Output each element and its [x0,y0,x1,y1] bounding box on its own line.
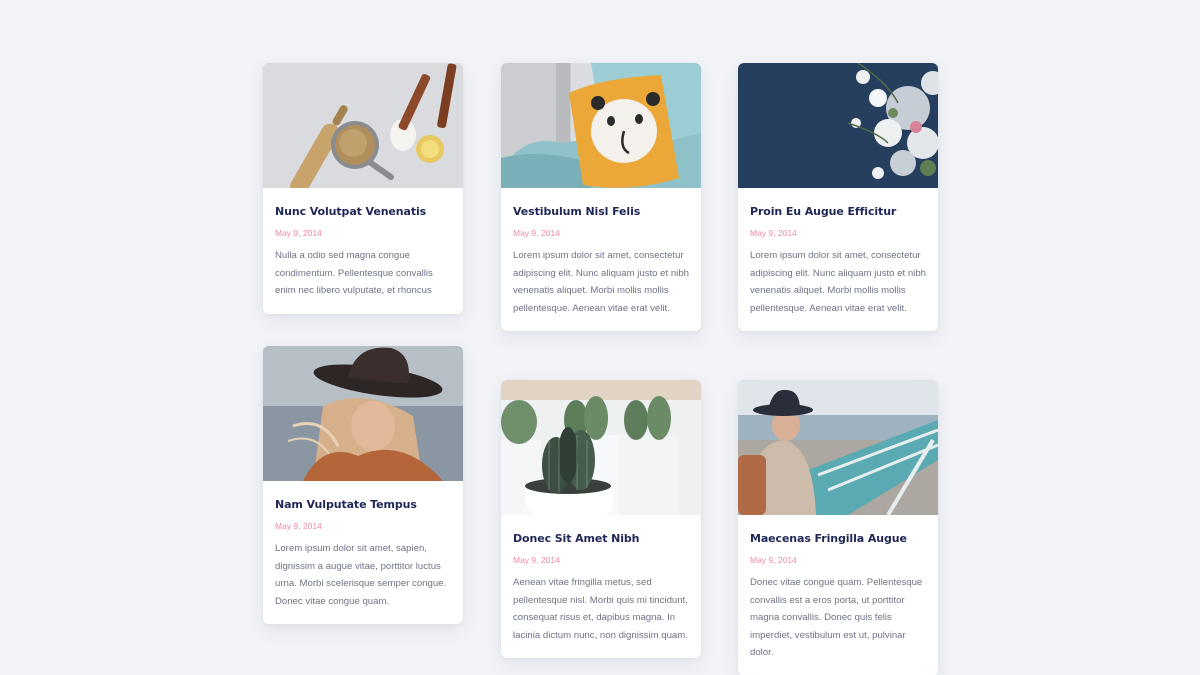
card-title[interactable]: Nunc Volutpat Venenatis [275,205,451,219]
card-title[interactable]: Donec Sit Amet Nibh [513,532,689,546]
card-image-flowers[interactable] [738,63,938,188]
card-date: May 9, 2014 [275,228,322,238]
card-date: May 9, 2014 [513,228,560,238]
card-image-baking[interactable] [263,63,463,188]
card-image-traveler[interactable] [738,380,938,515]
blog-card[interactable]: Maecenas Fringilla Augue May 9, 2014 Don… [738,380,938,675]
card-title[interactable]: Maecenas Fringilla Augue [750,532,926,546]
blog-card[interactable]: Proin Eu Augue Efficitur May 9, 2014 Lor… [738,63,938,331]
card-image-pillow[interactable] [501,63,701,188]
card-excerpt: Nulla a odio sed magna congue condimentu… [275,250,433,296]
card-title[interactable]: Proin Eu Augue Efficitur [750,205,926,219]
card-image-cactus[interactable] [501,380,701,515]
blog-card[interactable]: Vestibulum Nisl Felis May 9, 2014 Lorem … [501,63,701,331]
card-excerpt: Lorem ipsum dolor sit amet, consectetur … [750,250,926,314]
card-date: May 9, 2014 [513,555,560,565]
card-date: May 9, 2014 [750,555,797,565]
card-excerpt: Lorem ipsum dolor sit amet, consectetur … [513,250,689,314]
blog-card[interactable]: Donec Sit Amet Nibh May 9, 2014 Aenean v… [501,380,701,658]
card-excerpt: Aenean vitae fringilla metus, sed pellen… [513,577,688,641]
card-excerpt: Lorem ipsum dolor sit amet, sapien, dign… [275,543,447,607]
blog-card[interactable]: Nam Vulputate Tempus May 9, 2014 Lorem i… [263,346,463,624]
card-image-woman-hat[interactable] [263,346,463,481]
card-title[interactable]: Nam Vulputate Tempus [275,498,451,512]
card-title[interactable]: Vestibulum Nisl Felis [513,205,689,219]
card-excerpt: Donec vitae congue quam. Pellentesque co… [750,577,923,658]
blog-card-grid: Nunc Volutpat Venenatis May 9, 2014 Null… [0,0,1200,675]
card-date: May 9, 2014 [750,228,797,238]
blog-card[interactable]: Nunc Volutpat Venenatis May 9, 2014 Null… [263,63,463,314]
card-date: May 9, 2014 [275,521,322,531]
